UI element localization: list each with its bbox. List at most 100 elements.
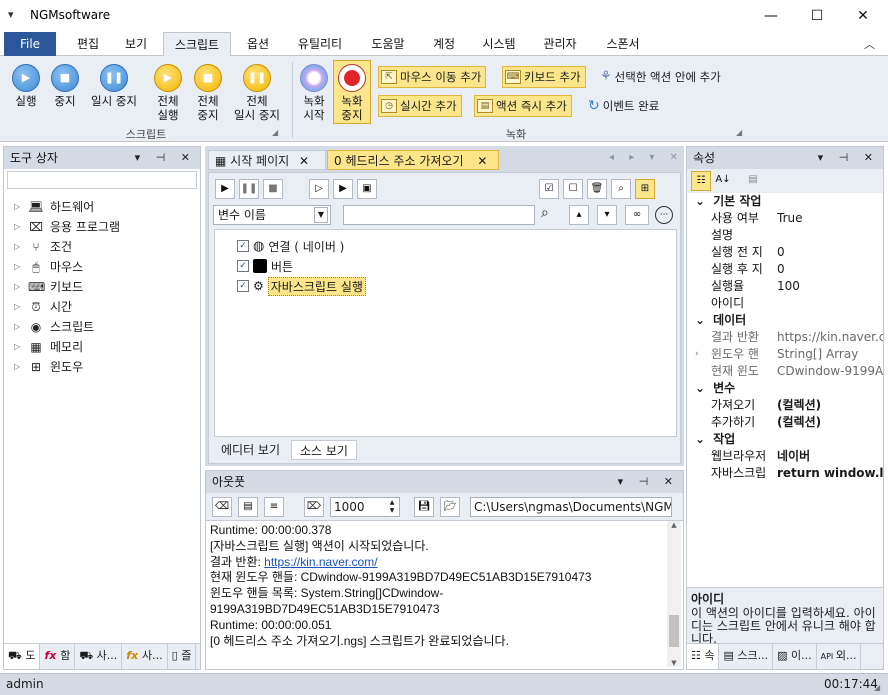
pause-button[interactable]: ❚❚ 일시 중지 — [86, 64, 142, 108]
category-task[interactable]: ⌄ 작업 — [687, 431, 883, 448]
toolbox-search-input[interactable] — [7, 171, 197, 189]
tab-system[interactable]: 시스템 — [474, 32, 524, 56]
property-row[interactable]: 가져오기 (컬렉션) — [687, 397, 883, 414]
tab-script-list[interactable]: ▤ 스크... — [719, 644, 774, 669]
expand-icon[interactable]: ▷ — [14, 277, 22, 297]
tab-images[interactable]: ▨ 이... — [773, 644, 817, 669]
tab-scroll-controls[interactable]: ◂ ▸ ▾ ✕ — [609, 152, 684, 163]
property-row[interactable]: 실행율 100 — [687, 278, 883, 295]
resize-grip-icon[interactable]: ◢ — [874, 678, 880, 695]
output-path-field[interactable]: C:\Users\ngmas\Documents\NGM6\ — [470, 497, 672, 517]
add-action-now-button[interactable]: ▤ 액션 즉시 추가 — [474, 95, 572, 117]
step-over-icon[interactable]: ▣ — [357, 179, 377, 199]
toolbox-item-window[interactable]: ▷ ⊞ 윈도우 — [4, 357, 200, 377]
add-mouse-move-button[interactable]: ⇱ 마우스 이동 추가 — [378, 66, 487, 88]
expand-icon[interactable]: ▷ — [14, 337, 22, 357]
expand-icon[interactable]: ▷ — [14, 317, 22, 337]
property-row[interactable]: 아이디 — [687, 295, 883, 312]
property-row[interactable]: 설명 — [687, 227, 883, 244]
expand-icon[interactable]: › — [695, 346, 699, 363]
tab-source-view[interactable]: 소스 보기 — [291, 440, 357, 460]
property-row[interactable]: 현재 윈도CDwindow-9199A31 — [687, 363, 883, 380]
save-icon[interactable]: 💾︎ — [414, 497, 434, 517]
tab-edit[interactable]: 편집 — [66, 32, 110, 56]
file-clock-icon[interactable]: ▤ — [238, 497, 258, 517]
tab-toolbox[interactable]: ⛟ 도 — [4, 644, 41, 669]
tab-utility[interactable]: 유틸리티 — [288, 32, 352, 56]
tab-options[interactable]: 옵션 — [236, 32, 280, 56]
category-basic[interactable]: ⌄ 기본 작업 — [687, 193, 883, 210]
tab-favorites[interactable]: ▯ 즐 — [168, 644, 197, 669]
broom-icon[interactable]: ⌫ — [212, 497, 232, 517]
stop-button[interactable]: ■ 중지 — [48, 64, 82, 108]
toolbox-item-condition[interactable]: ▷ ⑂ 조건 — [4, 237, 200, 257]
toolbox-item-keyboard[interactable]: ▷ ⌨ 키보드 — [4, 277, 200, 297]
stop-all-button[interactable]: ■ 전체 중지 — [190, 64, 226, 122]
result-link[interactable]: https://kin.naver.com/ — [264, 555, 377, 569]
tab-functions[interactable]: fx 함 — [40, 644, 76, 669]
toolbox-item-script[interactable]: ▷ ◉ 스크립트 — [4, 317, 200, 337]
collapse-icon[interactable]: ⌄ — [695, 431, 705, 448]
variable-search-input[interactable] — [343, 205, 535, 225]
toolbox-item-memory[interactable]: ▷ ▦ 메모리 — [4, 337, 200, 357]
search-icon[interactable]: ⌕ — [611, 179, 631, 199]
category-variables[interactable]: ⌄ 변수 — [687, 380, 883, 397]
pause-icon[interactable]: ❚❚ — [239, 179, 259, 199]
hierarchy-icon[interactable]: ⊞ — [635, 179, 655, 199]
collapse-icon[interactable]: ⌄ — [695, 312, 705, 329]
action-item-javascript[interactable]: ✓ ⚙ 자바스크립트 실행 — [215, 276, 676, 296]
collapse-ribbon-icon[interactable]: ︿ — [864, 36, 875, 52]
stop-icon[interactable]: ■ — [263, 179, 283, 199]
step-into-icon[interactable]: ▶ — [333, 179, 353, 199]
toolbox-item-mouse[interactable]: ▷ 🖱︎ 마우스 — [4, 257, 200, 277]
property-row[interactable]: 결과 반환 https://kin.naver.co — [687, 329, 883, 346]
action-item-button[interactable]: ✓ 버튼 — [215, 256, 676, 276]
run-button[interactable]: ▶ 실행 — [8, 64, 44, 108]
pause-all-button[interactable]: ❚❚ 전체 일시 중지 — [228, 64, 286, 122]
tab-admin[interactable]: 관리자 — [534, 32, 586, 56]
move-up-icon[interactable]: ▴ — [569, 205, 589, 225]
more-options-icon[interactable]: ··· — [655, 206, 673, 224]
expand-icon[interactable]: ▷ — [14, 237, 22, 257]
delete-icon[interactable]: 🗑︎ — [587, 179, 607, 199]
tab-file[interactable]: File — [4, 32, 56, 56]
minimize-button[interactable]: — — [748, 0, 794, 32]
search-icon[interactable]: ⌕ — [541, 205, 549, 221]
add-into-selected-button[interactable]: ⚘ 선택한 액션 안에 추가 — [598, 66, 725, 88]
category-data[interactable]: ⌄ 데이터 — [687, 312, 883, 329]
tab-user-1[interactable]: ⛟ 사... — [75, 644, 123, 669]
maximize-button[interactable]: ☐ — [794, 0, 840, 32]
check-all-icon[interactable]: ☑ — [539, 179, 559, 199]
expand-icon[interactable]: ▷ — [14, 217, 22, 237]
step-icon[interactable]: ▷ — [309, 179, 329, 199]
loop-icon[interactable]: ∞ — [625, 205, 649, 225]
tab-editor-view[interactable]: 에디터 보기 — [213, 440, 289, 460]
property-row[interactable]: › 윈도우 핸 String[] Array — [687, 346, 883, 363]
app-menu-icon[interactable]: ▾ — [8, 8, 14, 21]
dialog-launcher-icon[interactable]: ◢ — [272, 128, 278, 137]
panel-controls[interactable]: ▾ ⊣ ✕ — [618, 471, 679, 493]
event-complete-button[interactable]: ↻ 이벤트 완료 — [586, 95, 663, 117]
toolbox-item-hardware[interactable]: ▷ 💻︎ 하드웨어 — [4, 197, 200, 217]
property-row[interactable]: 실행 전 지0 — [687, 244, 883, 261]
add-keyboard-button[interactable]: ⌨ 키보드 추가 — [502, 66, 586, 88]
tab-script[interactable]: 스크립트 — [163, 32, 231, 57]
panel-controls[interactable]: ▾ ⊣ ✕ — [818, 147, 879, 169]
run-all-button[interactable]: ▶ 전체 실행 — [150, 64, 186, 122]
tab-help[interactable]: 도움말 — [362, 32, 414, 56]
tab-user-2[interactable]: fx 사... — [122, 644, 168, 669]
collapse-icon[interactable]: ⌄ — [695, 193, 705, 210]
action-checkbox[interactable]: ✓ — [237, 240, 249, 252]
tab-properties[interactable]: ☷ 속 — [687, 644, 720, 669]
action-checkbox[interactable]: ✓ — [237, 280, 249, 292]
tab-close-icon[interactable]: ✕ — [477, 154, 487, 168]
tab-start-page[interactable]: ▦ 시작 페이지 ✕ — [208, 150, 326, 170]
uncheck-icon[interactable]: ☐ — [563, 179, 583, 199]
action-checkbox[interactable]: ✓ — [237, 260, 249, 272]
toolbox-item-time[interactable]: ▷ ⏰︎ 시간 — [4, 297, 200, 317]
panel-controls[interactable]: ▾ ⊣ ✕ — [135, 147, 196, 169]
output-count-input[interactable]: 1000 ▲ ▼ — [330, 497, 400, 517]
expand-icon[interactable]: ▷ — [14, 257, 22, 277]
variable-name-dropdown[interactable]: 변수 이름 ▼ — [213, 205, 331, 225]
property-row[interactable]: 사용 여부 True — [687, 210, 883, 227]
